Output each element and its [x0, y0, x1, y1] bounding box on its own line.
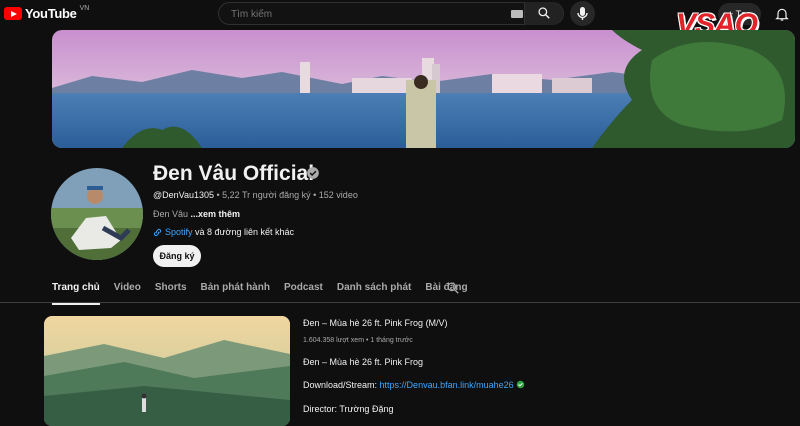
- show-more-link[interactable]: ...xem thêm: [191, 209, 241, 219]
- channel-avatar[interactable]: [51, 168, 143, 260]
- featured-director-line: Director: Trường Đặng: [303, 404, 394, 414]
- spotify-link[interactable]: Spotify: [165, 227, 193, 237]
- check-circle-icon: [516, 380, 525, 389]
- channel-handle: @DenVau1305: [153, 190, 215, 200]
- subscribe-button[interactable]: Đăng ký: [153, 245, 201, 267]
- tabs-divider: [0, 302, 800, 303]
- notifications-bell-icon[interactable]: [774, 6, 790, 22]
- youtube-play-icon: [4, 7, 22, 20]
- search-input[interactable]: [229, 8, 503, 21]
- voice-search-button[interactable]: [570, 1, 595, 26]
- featured-description-line: Đen – Mùa hè 26 ft. Pink Frog: [303, 357, 424, 367]
- logo-text: YouTube: [25, 6, 77, 21]
- featured-video-stats: 1.604.358 lượt xem • 1 tháng trước: [303, 337, 413, 344]
- link-icon: [153, 228, 162, 236]
- channel-stats: • 5,22 Tr người đăng ký • 152 video: [214, 190, 358, 200]
- more-links-text[interactable]: và 8 đường liên kết khác: [193, 227, 294, 237]
- download-label: Download/Stream:: [303, 380, 380, 390]
- channel-title: Đen Vâu Official: [153, 162, 315, 185]
- channel-banner: [52, 30, 795, 148]
- verified-badge-icon: [307, 167, 319, 179]
- featured-download-line: Download/Stream: https://Denvau.bfan.lin…: [303, 380, 525, 390]
- download-link[interactable]: https://Denvau.bfan.link/muahe26: [380, 380, 514, 390]
- mic-icon: [577, 7, 588, 20]
- search-button[interactable]: [524, 2, 563, 25]
- channel-description[interactable]: Đen Vâu ...xem thêm: [153, 209, 240, 219]
- channel-links[interactable]: Spotify và 8 đường liên kết khác: [153, 227, 294, 237]
- channel-description-text: Đen Vâu: [153, 209, 191, 219]
- channel-meta: @DenVau1305 • 5,22 Tr người đăng ký • 15…: [153, 190, 358, 200]
- search-icon: [538, 7, 550, 19]
- search-box[interactable]: [218, 2, 564, 25]
- logo-region: VN: [79, 5, 90, 12]
- channel-search-icon[interactable]: [446, 281, 460, 295]
- featured-video-thumbnail[interactable]: [44, 316, 290, 426]
- featured-video-title[interactable]: Đen – Mùa hè 26 ft. Pink Frog (M/V): [303, 318, 448, 328]
- keyboard-icon[interactable]: [511, 10, 523, 18]
- youtube-logo[interactable]: YouTube VN: [4, 5, 90, 21]
